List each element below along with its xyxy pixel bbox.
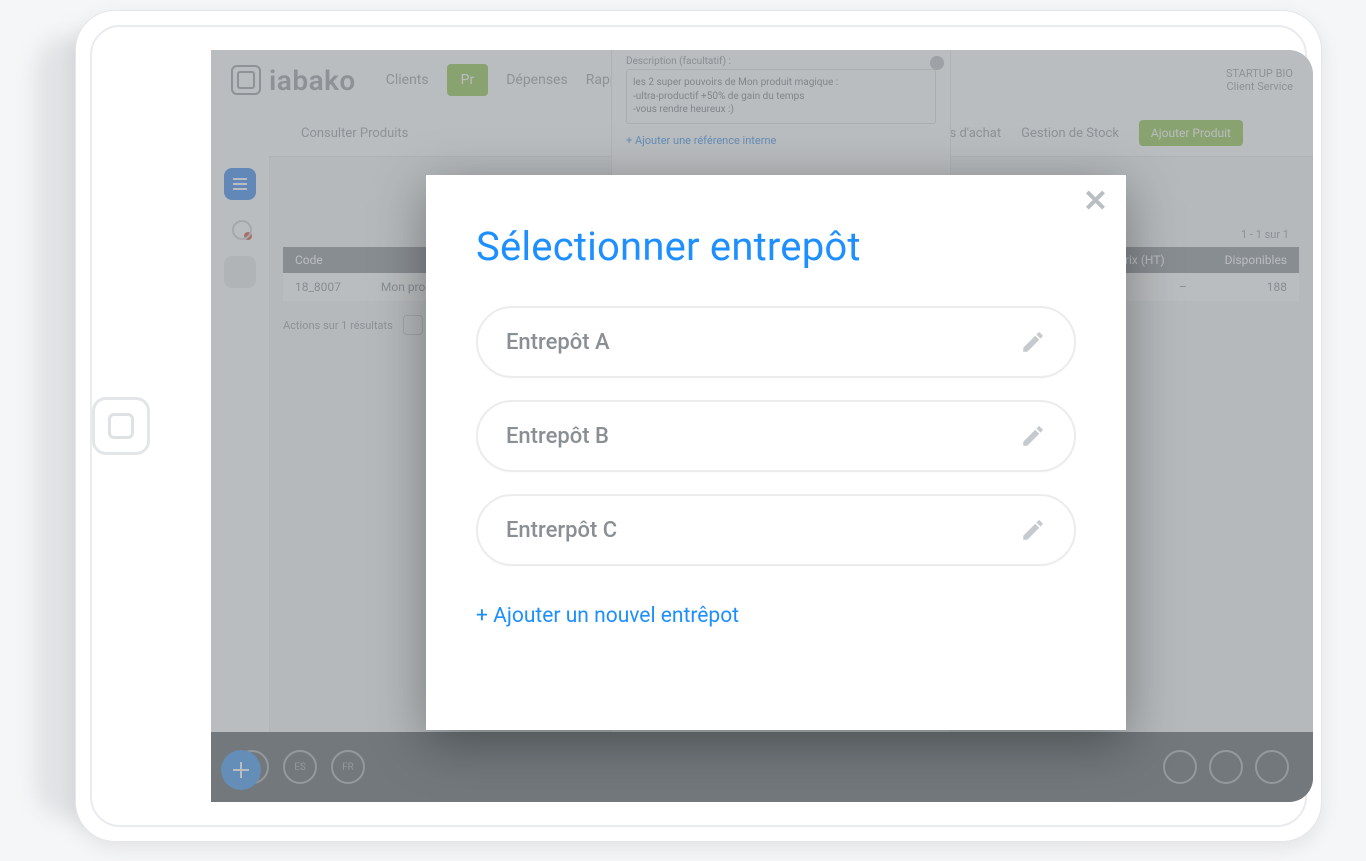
- warehouse-name: Entrerpôt C: [506, 518, 617, 543]
- edit-icon[interactable]: [1020, 423, 1046, 449]
- close-icon[interactable]: ✕: [1083, 187, 1108, 217]
- warehouse-option-a[interactable]: Entrepôt A: [476, 306, 1076, 378]
- warehouse-list: Entrepôt A Entrepôt B Entrerpôt C: [426, 306, 1126, 566]
- edit-icon[interactable]: [1020, 329, 1046, 355]
- select-warehouse-modal: ✕ Sélectionner entrepôt Entrepôt A Entre…: [426, 175, 1126, 730]
- tablet-screen: iabako Clients Pr Dépenses Rapports STAR…: [211, 50, 1313, 802]
- modal-title: Sélectionner entrepôt: [476, 223, 1126, 270]
- warehouse-option-b[interactable]: Entrepôt B: [476, 400, 1076, 472]
- warehouse-option-c[interactable]: Entrerpôt C: [476, 494, 1076, 566]
- tablet-device: iabako Clients Pr Dépenses Rapports STAR…: [75, 10, 1322, 842]
- edit-icon[interactable]: [1020, 517, 1046, 543]
- add-new-warehouse-link[interactable]: + Ajouter un nouvel entrêpot: [476, 604, 1126, 628]
- warehouse-name: Entrepôt A: [506, 330, 610, 355]
- tablet-home-button[interactable]: [92, 397, 150, 455]
- warehouse-name: Entrepôt B: [506, 424, 609, 449]
